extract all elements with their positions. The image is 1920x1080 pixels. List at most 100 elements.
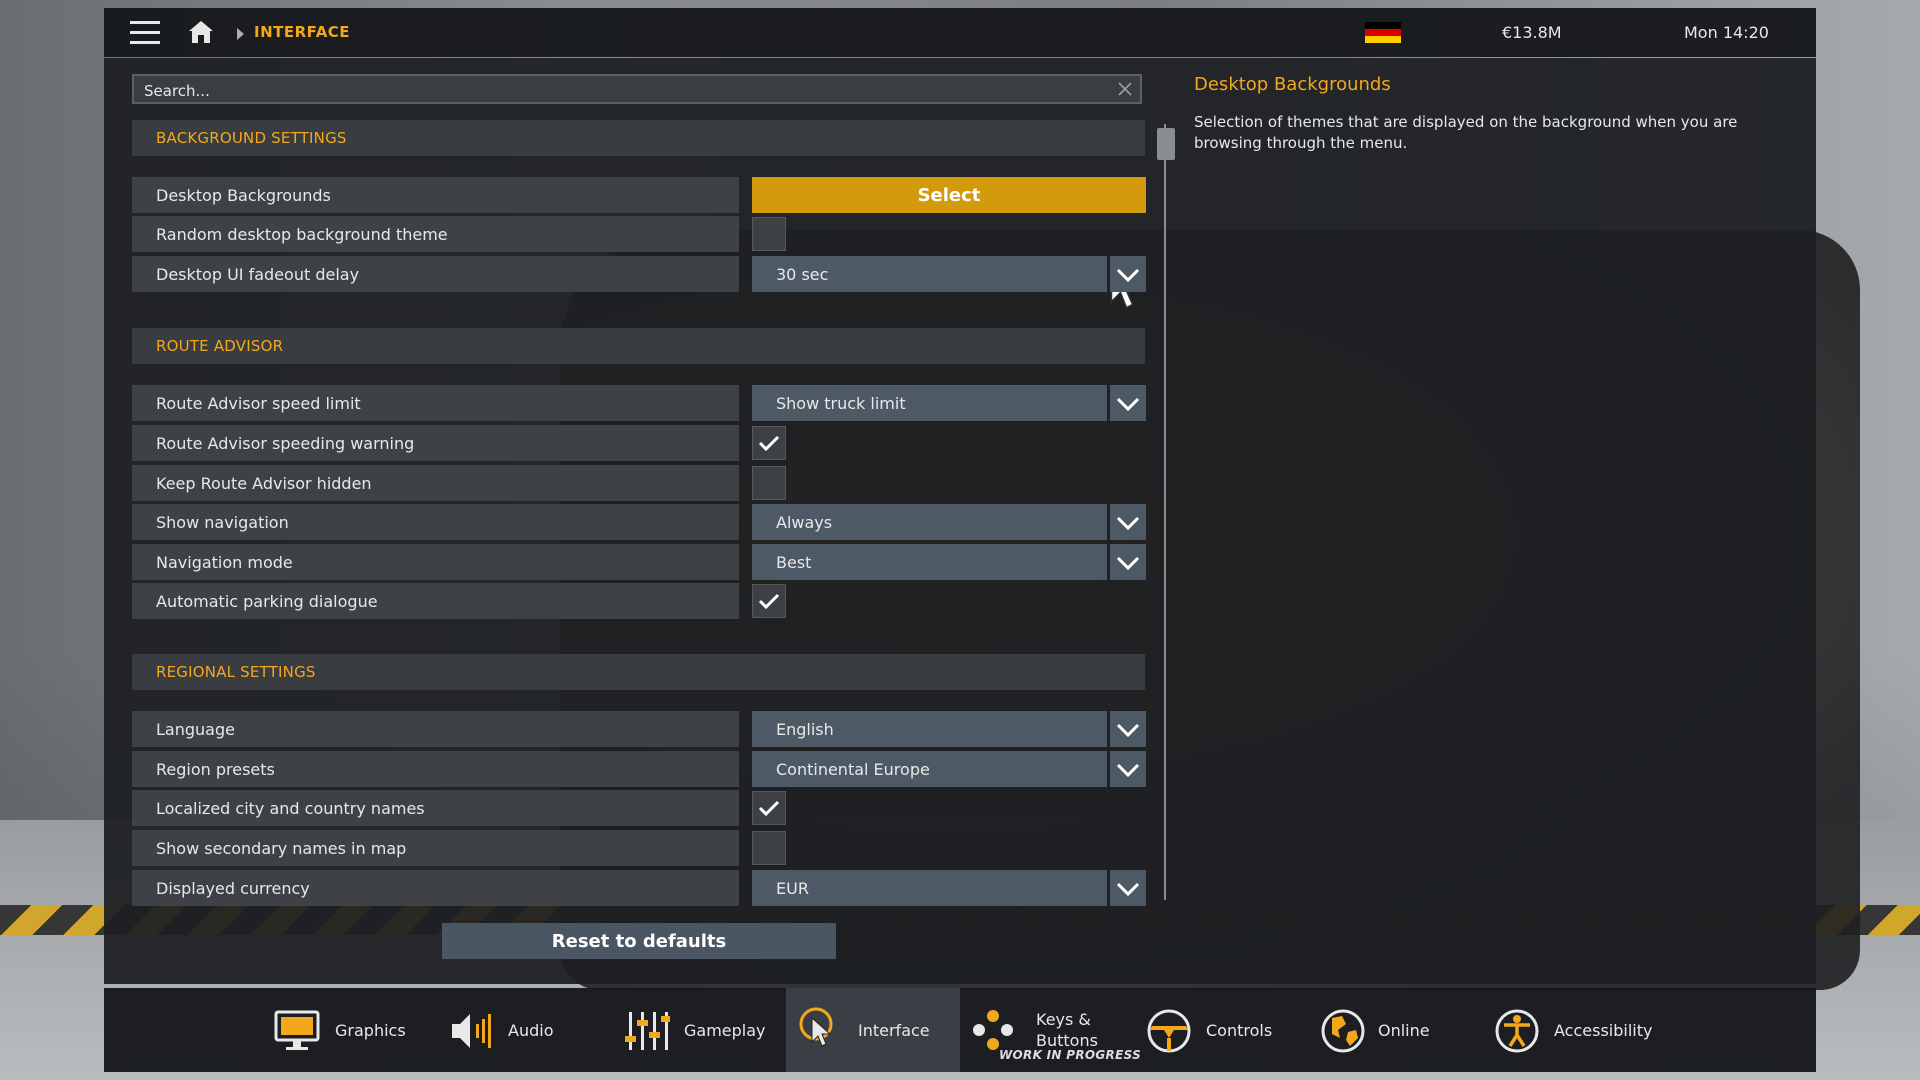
monitor-icon bbox=[274, 1010, 320, 1050]
germany-flag-icon bbox=[1365, 22, 1401, 43]
breadcrumb-arrow-icon bbox=[237, 28, 244, 40]
work-in-progress-badge: WORK IN PROGRESS bbox=[999, 1048, 1142, 1062]
money-display: €13.8M bbox=[1502, 23, 1562, 42]
dropdown-value: Best bbox=[776, 553, 812, 572]
chevron-down-icon[interactable] bbox=[1110, 544, 1146, 580]
top-bar: INTERFACE €13.8M Mon 14:20 bbox=[104, 8, 1816, 57]
row-speed-limit: Route Advisor speed limit bbox=[132, 385, 739, 421]
chevron-down-icon[interactable] bbox=[1110, 385, 1146, 421]
dropdown-value: 30 sec bbox=[776, 265, 829, 284]
settings-tab-bar: Graphics Audio Gameplay Interface Keys &… bbox=[104, 988, 1816, 1072]
section-header-regional: REGIONAL SETTINGS bbox=[132, 654, 1145, 690]
row-random-theme: Random desktop background theme bbox=[132, 216, 739, 252]
row-language: Language bbox=[132, 711, 739, 747]
tab-controls[interactable]: Controls bbox=[1146, 988, 1296, 1072]
row-parking-dialogue: Automatic parking dialogue bbox=[132, 583, 739, 619]
row-localized-names: Localized city and country names bbox=[132, 790, 739, 826]
search-input[interactable] bbox=[134, 76, 1054, 106]
globe-icon bbox=[1321, 1009, 1365, 1053]
row-label: Route Advisor speeding warning bbox=[156, 434, 415, 453]
row-label: Show navigation bbox=[156, 513, 289, 532]
search-box[interactable] bbox=[132, 74, 1142, 106]
row-secondary-names: Show secondary names in map bbox=[132, 830, 739, 866]
tab-gameplay[interactable]: Gameplay bbox=[624, 988, 794, 1072]
checkmark-icon bbox=[758, 593, 780, 610]
row-navigation-mode: Navigation mode bbox=[132, 544, 739, 580]
tab-label: Online bbox=[1378, 1021, 1430, 1040]
select-button[interactable]: Select bbox=[752, 177, 1146, 213]
chevron-down-icon[interactable] bbox=[1110, 751, 1146, 787]
navigation-mode-dropdown[interactable]: Best bbox=[752, 544, 1146, 580]
show-navigation-dropdown[interactable]: Always bbox=[752, 504, 1146, 540]
speeding-warning-checkbox[interactable] bbox=[752, 426, 786, 460]
row-label: Localized city and country names bbox=[156, 799, 425, 818]
dropdown-value: English bbox=[776, 720, 834, 739]
row-keep-hidden: Keep Route Advisor hidden bbox=[132, 465, 739, 501]
dropdown-value: EUR bbox=[776, 879, 809, 898]
tab-label: Interface bbox=[858, 1021, 930, 1040]
parking-dialogue-checkbox[interactable] bbox=[752, 584, 786, 618]
clear-search-icon[interactable] bbox=[1118, 82, 1132, 96]
tab-audio[interactable]: Audio bbox=[450, 988, 590, 1072]
tab-label: Graphics bbox=[335, 1021, 406, 1040]
menu-icon[interactable] bbox=[130, 21, 160, 45]
row-show-navigation: Show navigation bbox=[132, 504, 739, 540]
tab-online[interactable]: Online bbox=[1320, 988, 1460, 1072]
row-label: Navigation mode bbox=[156, 553, 293, 572]
random-theme-checkbox[interactable] bbox=[752, 217, 786, 251]
keep-hidden-checkbox[interactable] bbox=[752, 466, 786, 500]
localized-names-checkbox[interactable] bbox=[752, 791, 786, 825]
row-label: Region presets bbox=[156, 760, 275, 779]
settings-panel: BACKGROUND SETTINGS Desktop Backgrounds … bbox=[104, 58, 1816, 984]
settings-list: BACKGROUND SETTINGS Desktop Backgrounds … bbox=[132, 120, 1150, 960]
row-label: Keep Route Advisor hidden bbox=[156, 474, 372, 493]
checkmark-icon bbox=[758, 435, 780, 452]
section-header-background: BACKGROUND SETTINGS bbox=[132, 120, 1145, 156]
steering-wheel-icon bbox=[1147, 1009, 1191, 1053]
home-icon[interactable] bbox=[188, 20, 214, 44]
breadcrumb: INTERFACE bbox=[254, 23, 351, 41]
chevron-down-icon[interactable] bbox=[1110, 256, 1146, 292]
secondary-names-checkbox[interactable] bbox=[752, 831, 786, 865]
section-title: REGIONAL SETTINGS bbox=[156, 663, 316, 681]
row-label: Desktop Backgrounds bbox=[156, 186, 331, 205]
dropdown-value: Continental Europe bbox=[776, 760, 930, 779]
scrollbar-thumb[interactable] bbox=[1157, 128, 1175, 160]
pointer-click-icon bbox=[799, 1007, 833, 1047]
description-text: Selection of themes that are displayed o… bbox=[1194, 113, 1738, 152]
reset-defaults-button[interactable]: Reset to defaults bbox=[442, 923, 836, 959]
row-fadeout-delay: Desktop UI fadeout delay bbox=[132, 256, 739, 292]
fadeout-delay-dropdown[interactable]: 30 sec bbox=[752, 256, 1146, 292]
row-region-presets: Region presets bbox=[132, 751, 739, 787]
language-dropdown[interactable]: English bbox=[752, 711, 1146, 747]
row-label: Route Advisor speed limit bbox=[156, 394, 361, 413]
checkmark-icon bbox=[758, 800, 780, 817]
tab-label: Audio bbox=[508, 1021, 554, 1040]
tab-graphics[interactable]: Graphics bbox=[274, 988, 454, 1072]
dropdown-value: Always bbox=[776, 513, 833, 532]
tab-label: Controls bbox=[1206, 1021, 1273, 1040]
row-currency: Displayed currency bbox=[132, 870, 739, 906]
section-title: ROUTE ADVISOR bbox=[156, 337, 284, 355]
chevron-down-icon[interactable] bbox=[1110, 711, 1146, 747]
tab-interface[interactable]: Interface bbox=[786, 988, 960, 1072]
section-header-route-advisor: ROUTE ADVISOR bbox=[132, 328, 1145, 364]
tab-label: Accessibility bbox=[1554, 1021, 1653, 1040]
speed-limit-dropdown[interactable]: Show truck limit bbox=[752, 385, 1146, 421]
chevron-down-icon[interactable] bbox=[1110, 504, 1146, 540]
row-label: Show secondary names in map bbox=[156, 839, 407, 858]
scrollbar-track[interactable] bbox=[1164, 124, 1166, 900]
currency-dropdown[interactable]: EUR bbox=[752, 870, 1146, 906]
clock-display: Mon 14:20 bbox=[1684, 23, 1769, 42]
description-title: Desktop Backgrounds bbox=[1194, 74, 1391, 95]
row-label: Desktop UI fadeout delay bbox=[156, 265, 360, 284]
dropdown-value: Show truck limit bbox=[776, 394, 906, 413]
row-label: Random desktop background theme bbox=[156, 225, 448, 244]
speaker-icon bbox=[452, 1014, 491, 1048]
tab-accessibility[interactable]: Accessibility bbox=[1494, 988, 1684, 1072]
chevron-down-icon[interactable] bbox=[1110, 870, 1146, 906]
row-label: Displayed currency bbox=[156, 879, 310, 898]
tab-label: Gameplay bbox=[684, 1021, 766, 1040]
row-label: Language bbox=[156, 720, 235, 739]
region-presets-dropdown[interactable]: Continental Europe bbox=[752, 751, 1146, 787]
